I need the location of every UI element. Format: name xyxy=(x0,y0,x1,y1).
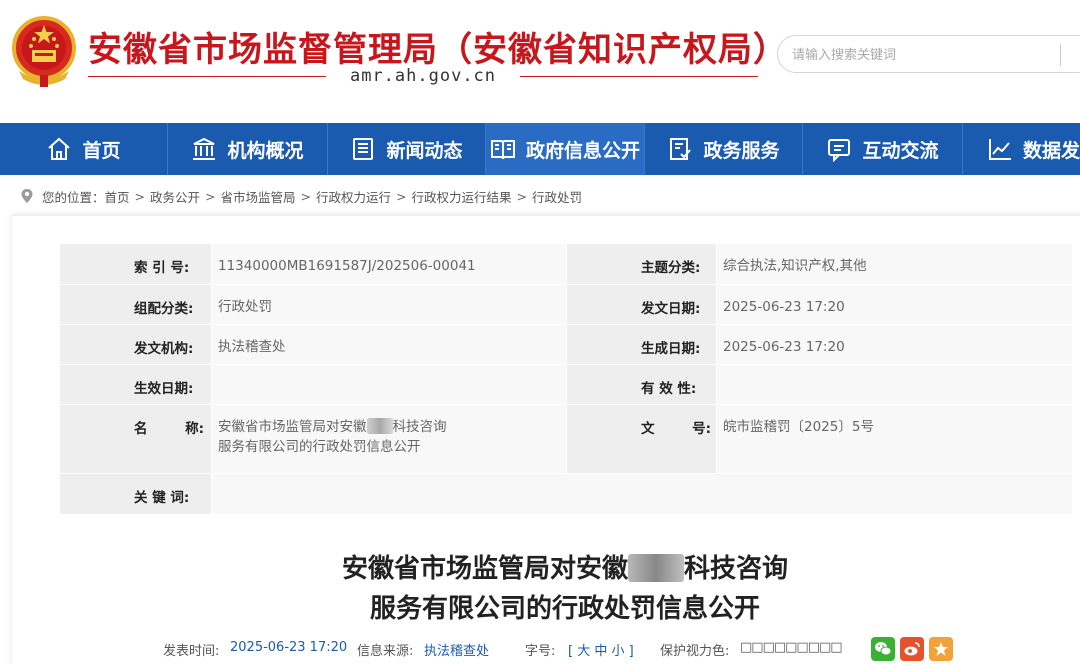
nav-item-gov-info[interactable]: 政府信息公开 xyxy=(486,123,645,175)
document-icon xyxy=(670,138,692,160)
name-value-part1: 安徽省市场监管局对安徽 xyxy=(218,419,367,435)
font-size-switch[interactable]: [ 大 中 小 ] xyxy=(568,640,634,659)
divider xyxy=(520,76,758,77)
time-label: 发表时间: xyxy=(163,644,220,659)
info-row: 关 键 词: xyxy=(60,474,1072,514)
breadcrumb-separator: > xyxy=(205,188,216,204)
breadcrumb: 您的位置： 首页 > 政务公开 > 省市场监管局 > 行政权力运行 > 行政权力… xyxy=(20,186,582,206)
divider xyxy=(88,76,326,77)
home-icon xyxy=(48,137,71,160)
group-label: 组配分类: xyxy=(60,285,211,324)
effective-date-value xyxy=(212,365,566,404)
time-value: 2025-06-23 17:20 xyxy=(230,640,348,655)
org-label: 发文机构: xyxy=(60,325,211,364)
nav-item-label: 政府信息公开 xyxy=(525,139,640,162)
breadcrumb-link[interactable]: 行政处罚 xyxy=(532,187,582,206)
breadcrumb-separator: > xyxy=(396,188,407,204)
title-part1: 安徽省市场监管局对安徽 xyxy=(341,554,628,584)
domain-line: amr.ah.gov.cn xyxy=(88,66,758,86)
search-input[interactable] xyxy=(792,45,1052,65)
eye-color-label: 保护视力色: xyxy=(660,644,730,659)
wechat-share-button[interactable] xyxy=(871,637,895,661)
article-title-line1: 安徽省市场监管局对安徽 科技咨询 xyxy=(0,548,1080,585)
breadcrumb-link[interactable]: 行政权力运行结果 xyxy=(412,187,512,206)
info-row: 组配分类: 行政处罚 发文日期: 2025-06-23 17:20 xyxy=(60,285,1072,324)
wechat-icon xyxy=(875,642,892,656)
weibo-share-button[interactable] xyxy=(900,637,924,661)
topic-label: 主题分类: xyxy=(567,244,716,284)
source-label: 信息来源: xyxy=(357,644,414,659)
nav-item-about[interactable]: 机构概况 xyxy=(168,123,328,175)
validity-value xyxy=(717,365,1072,404)
font-size-label: 字号: xyxy=(525,644,556,659)
building-icon xyxy=(193,137,216,160)
favorite-share-button[interactable] xyxy=(929,637,953,661)
search-divider xyxy=(1060,44,1061,66)
org-value: 执法稽查处 xyxy=(212,325,566,364)
redacted-text xyxy=(628,554,684,582)
effective-date-label: 生效日期: xyxy=(60,365,211,404)
name-value-line2: 服务有限公司的行政处罚信息公开 xyxy=(218,439,421,455)
site-header: 安徽省市场监督管理局（安徽省知识产权局） amr.ah.gov.cn xyxy=(0,0,1080,123)
search-box[interactable] xyxy=(777,35,1080,73)
index-value: 11340000MB1691587J/202506-00041 xyxy=(212,244,566,284)
book-icon xyxy=(490,140,515,160)
group-value: 行政处罚 xyxy=(212,285,566,324)
nav-item-label: 首页 xyxy=(82,139,121,162)
topic-value: 综合执法,知识产权,其他 xyxy=(717,244,1072,284)
docno-label: 文 号: xyxy=(567,405,716,473)
article-title-line2: 服务有限公司的行政处罚信息公开 xyxy=(369,594,760,624)
breadcrumb-prefix: 您的位置： xyxy=(42,189,105,205)
nav-item-label: 数据发 xyxy=(1023,139,1080,162)
national-emblem-icon xyxy=(12,16,76,87)
issue-date-label: 发文日期: xyxy=(567,285,716,324)
keywords-value xyxy=(212,474,1072,514)
validity-label: 有 效 性: xyxy=(567,365,716,404)
star-icon xyxy=(934,642,948,656)
chat-icon xyxy=(828,139,851,162)
index-label: 索 引 号: xyxy=(60,244,211,284)
nav-item-label: 机构概况 xyxy=(227,139,304,162)
breadcrumb-link[interactable]: 政务公开 xyxy=(150,187,200,206)
breadcrumb-separator: > xyxy=(516,188,528,204)
redacted-text xyxy=(366,418,393,434)
weibo-icon xyxy=(904,642,920,656)
name-value-part2: 科技咨询 xyxy=(392,419,447,435)
nav-item-label: 新闻动态 xyxy=(386,139,463,162)
info-row: 索 引 号: 11340000MB1691587J/202506-00041 主… xyxy=(60,244,1072,284)
info-row: 生效日期: 有 效 性: xyxy=(60,365,1072,404)
eye-color-swatches[interactable]: □□□□□□□□□ xyxy=(740,640,843,655)
docno-value: 皖市监稽罚〔2025〕5号 xyxy=(717,405,1072,473)
nav-item-label: 互动交流 xyxy=(862,139,939,162)
issue-date-value: 2025-06-23 17:20 xyxy=(717,285,1072,324)
breadcrumb-separator: > xyxy=(134,188,146,204)
keywords-label: 关 键 词: xyxy=(60,474,211,514)
source-value[interactable]: 执法稽查处 xyxy=(424,640,489,659)
breadcrumb-link[interactable]: 首页 xyxy=(105,187,130,206)
location-pin-icon xyxy=(21,189,33,203)
gen-date-value: 2025-06-23 17:20 xyxy=(717,325,1072,364)
site-title: 安徽省市场监督管理局（安徽省知识产权局） xyxy=(88,30,788,70)
nav-item-label: 政务服务 xyxy=(703,139,780,162)
info-row: 名 称: 安徽省市场监管局对安徽 科技咨询 服务有限公司的行政处罚信息公开 文 号… xyxy=(60,405,1072,473)
nav-item-news[interactable]: 新闻动态 xyxy=(328,123,486,175)
info-row: 发文机构: 执法稽查处 生成日期: 2025-06-23 17:20 xyxy=(60,325,1072,364)
nav-item-data[interactable]: 数据发 xyxy=(963,123,1080,175)
breadcrumb-separator: > xyxy=(300,188,312,204)
name-value: 安徽省市场监管局对安徽 科技咨询 服务有限公司的行政处罚信息公开 xyxy=(212,405,566,473)
site-domain: amr.ah.gov.cn xyxy=(349,66,497,86)
nav-item-services[interactable]: 政务服务 xyxy=(645,123,803,175)
nav-item-interaction[interactable]: 互动交流 xyxy=(803,123,963,175)
news-icon xyxy=(353,138,374,160)
main-nav: 首页 机构概况 新闻动态 政府信息公开 政务服务 互动交流 数据发 xyxy=(0,123,1080,175)
breadcrumb-link[interactable]: 行政权力运行 xyxy=(316,187,391,206)
nav-item-home[interactable]: 首页 xyxy=(0,123,168,175)
title-part2: 科技咨询 xyxy=(684,554,789,584)
name-label: 名 称: xyxy=(60,405,211,473)
gen-date-label: 生成日期: xyxy=(567,325,716,364)
breadcrumb-link[interactable]: 省市场监管局 xyxy=(221,187,296,206)
chart-icon xyxy=(989,139,1011,160)
